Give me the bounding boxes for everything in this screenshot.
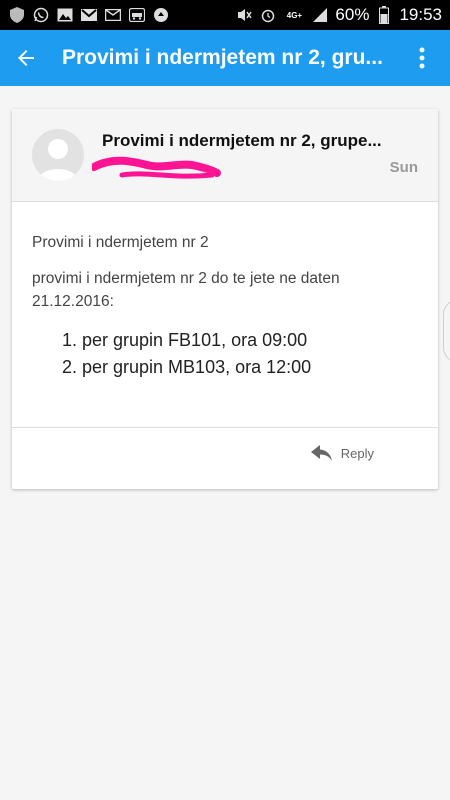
edge-handle[interactable] (443, 300, 450, 362)
app-bar: Provimi i ndermjetem nr 2, gru... (0, 30, 450, 86)
arrow-left-icon (18, 50, 34, 66)
car-icon (128, 6, 146, 24)
alarm-icon (259, 6, 277, 24)
clock: 19:53 (399, 5, 442, 24)
email-header: Provimi i ndermjetem nr 2, grupe... Sun (12, 109, 438, 202)
status-bar: 4G+ 60% 19:53 (0, 0, 450, 30)
email-body: Provimi i ndermjetem nr 2 provimi i nder… (12, 202, 438, 380)
shield-icon (8, 6, 26, 24)
reply-label: Reply (340, 445, 374, 461)
email-date: Sun (389, 159, 418, 176)
overflow-menu-button[interactable] (402, 38, 442, 78)
battery-percent: 60% (335, 5, 370, 24)
back-button[interactable] (6, 38, 46, 78)
status-left-icons (8, 6, 170, 24)
list-item: per grupin MB103, ora 12:00 (82, 354, 418, 380)
divider (12, 427, 438, 428)
mute-icon (235, 6, 253, 24)
status-right-icons: 4G+ 60% 19:53 (235, 5, 442, 25)
body-title: Provimi i ndermjetem nr 2 (32, 234, 209, 251)
lock-shield-icon (152, 6, 170, 24)
body-text: provimi i ndermjetem nr 2 do te jete ne … (32, 270, 340, 310)
battery-icon (375, 6, 393, 24)
reply-icon (310, 445, 332, 461)
redacted-sender-scribble (92, 156, 221, 179)
email-icon (104, 6, 122, 24)
person-avatar-icon[interactable] (32, 129, 84, 181)
email-card: Provimi i ndermjetem nr 2, grupe... Sun … (12, 109, 438, 489)
whatsapp-icon (32, 6, 50, 24)
page-title: Provimi i ndermjetem nr 2, gru... (62, 46, 383, 69)
gmail-icon (80, 6, 98, 24)
reply-button[interactable]: Reply (310, 445, 374, 461)
more-vert-icon (419, 47, 425, 69)
network-label: 4G+ (286, 10, 303, 20)
email-subject: Provimi i ndermjetem nr 2, grupe... (102, 131, 382, 150)
signal-icon (311, 6, 329, 24)
list-item: per grupin FB101, ora 09:00 (82, 327, 418, 353)
schedule-list: per grupin FB101, ora 09:00 per grupin M… (32, 327, 418, 379)
image-icon (56, 6, 74, 24)
